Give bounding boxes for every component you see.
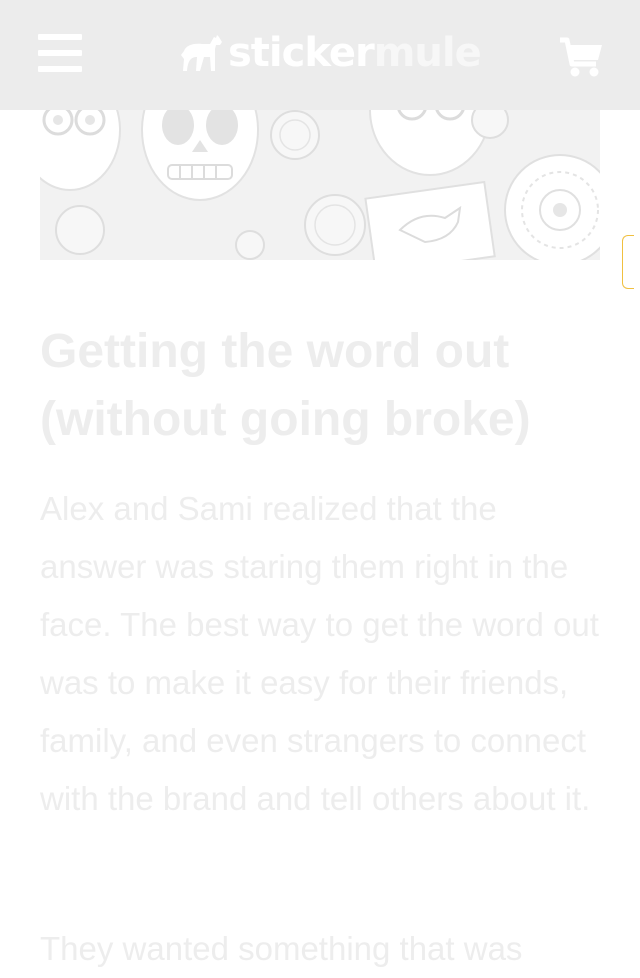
logo-word-sticker: sticker (228, 30, 375, 76)
article-paragraph: Alex and Sami realized that the answer w… (40, 490, 599, 817)
article-title: Getting the word out (without going brok… (40, 325, 531, 446)
mule-logo-icon (181, 35, 222, 71)
scrollbar-thumb[interactable] (622, 235, 634, 289)
hamburger-menu-icon[interactable] (38, 34, 82, 74)
logo-wordmark: stickermule (228, 30, 482, 76)
site-header: stickermule (0, 0, 640, 110)
stickermule-logo[interactable]: stickermule (180, 30, 482, 76)
shopping-cart-icon[interactable] (558, 36, 604, 78)
hero-sticker-collage-image (40, 100, 600, 260)
logo-word-mule: mule (373, 30, 482, 76)
article-paragraph-2: They wanted something that was (40, 930, 523, 967)
